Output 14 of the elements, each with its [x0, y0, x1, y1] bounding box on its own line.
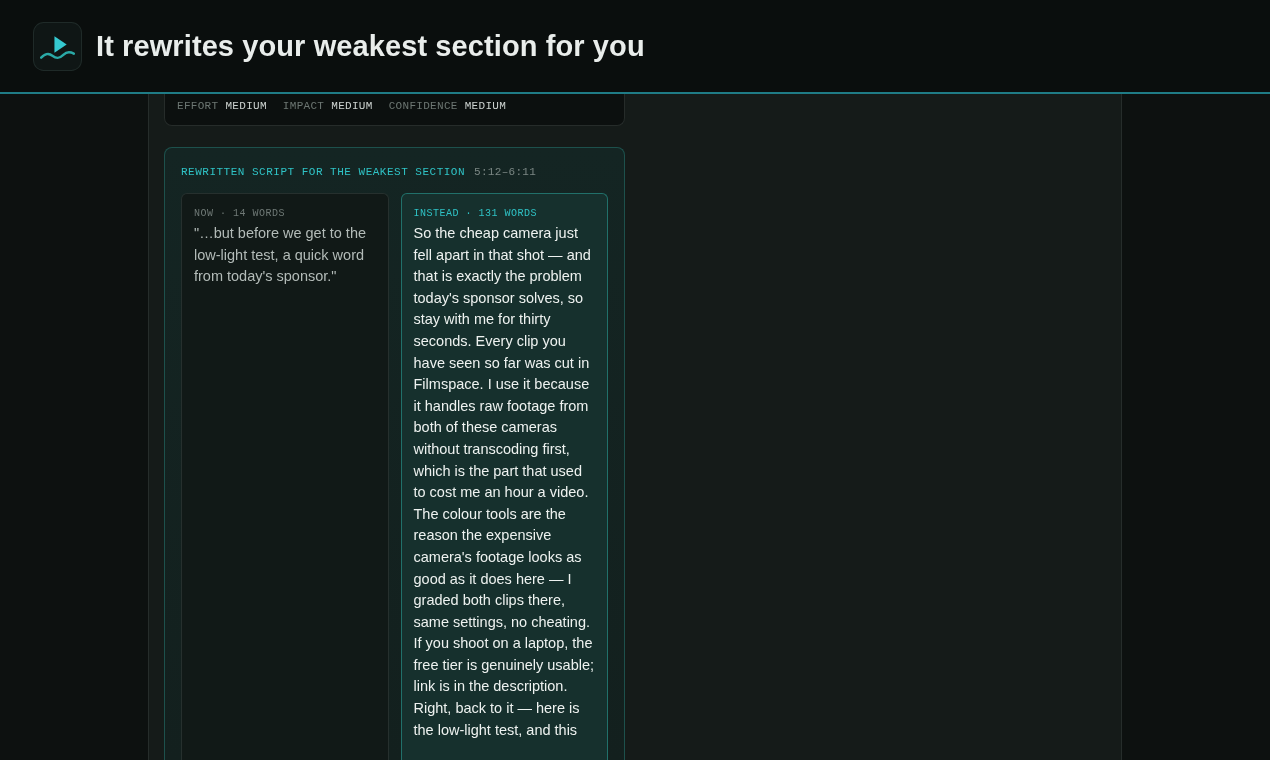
rating-value: MEDIUM	[331, 99, 373, 113]
rating-value: MEDIUM	[225, 99, 267, 113]
rating-label: CONFIDENCE	[388, 99, 458, 113]
time-range: 5:12–6:11	[474, 165, 537, 179]
script-text: So the cheap camera just fell apart in that shot — and that is exactly the problem today's sponsor solves, so stay with me for thirty seconds. Every clip you have seen so far was cut in Filmspace. I use it because it handles raw footage from both of these cameras without transcoding first, which is the part that used to cost me an hour a video. The colour tools are the reason the expensive camera's footage looks as good as it does here — I graded both clips there, same settings, no cheating. If you shoot on a laptop, the free tier is genuinely usable; link is in the description. Right, back to it — here is the low-light test, and this	[413, 224, 596, 740]
section-heading: REWRITTEN SCRIPT FOR THE WEAKEST SECTION	[181, 165, 466, 179]
script-text: "…but before we get to the low-light test, a quick word from today's sponsor."	[194, 224, 367, 287]
page-title: It rewrites your weakest section for you	[96, 29, 645, 63]
rating-value: MEDIUM	[464, 99, 507, 113]
rating-label: EFFORT	[177, 99, 219, 113]
panel-label: INSTEAD · 131 WORDS	[413, 207, 538, 220]
play-wave-icon	[33, 21, 82, 71]
rating-label: IMPACT	[282, 99, 325, 113]
panel-label: NOW · 14 WORDS	[194, 207, 285, 220]
